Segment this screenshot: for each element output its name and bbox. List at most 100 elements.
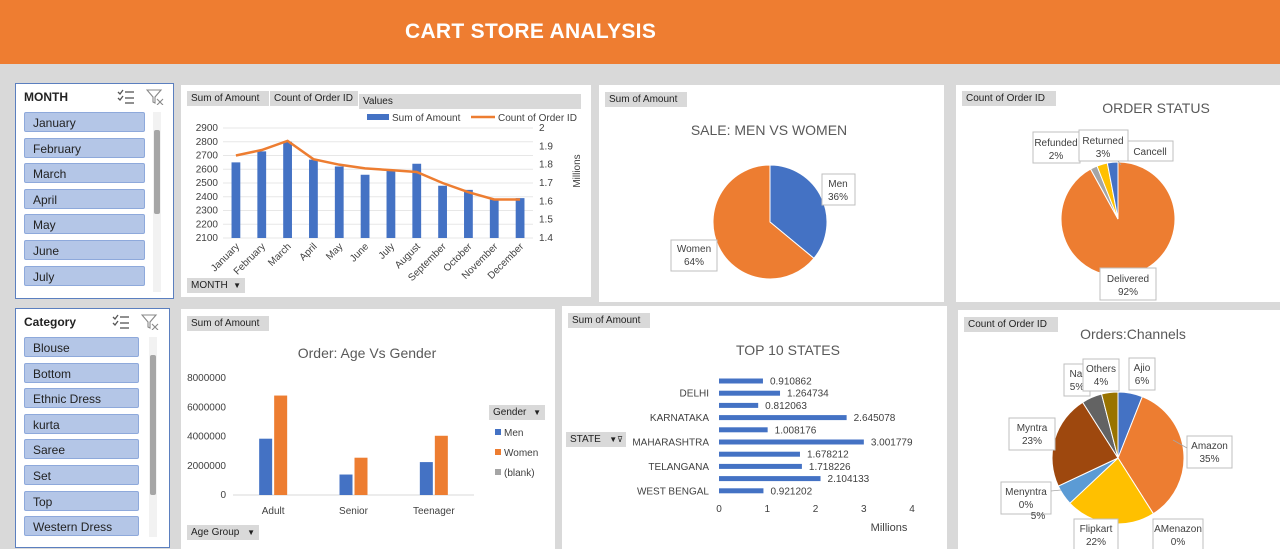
chart-title: Order: Age Vs Gender [298, 345, 437, 361]
y-tick-label: 4000000 [187, 432, 226, 443]
order-status-pie-chart: ORDER STATUS Refunded 2% Returned 3% Cancell D… [1032, 100, 1210, 301]
bar [231, 162, 241, 238]
field-button-values[interactable]: Values [359, 94, 581, 109]
bar [719, 378, 763, 384]
line-series [235, 139, 521, 201]
data-label-name: Flipkart [1080, 524, 1113, 535]
field-button-count-order[interactable]: Count of Order ID [270, 91, 358, 106]
x-tick-label: 2 [813, 504, 819, 515]
bar [719, 402, 759, 408]
bar [283, 141, 292, 238]
data-label: 0.910862 [770, 377, 812, 388]
legend-swatch [495, 429, 501, 435]
data-label: 0.921202 [770, 486, 812, 497]
bar [309, 159, 318, 238]
multi-select-icon[interactable] [117, 89, 135, 105]
x-tick-label: December [486, 241, 527, 282]
legend-swatch [495, 469, 501, 475]
data-label-name: AMenazon [1154, 524, 1202, 535]
slicer-item[interactable]: March [24, 163, 145, 184]
data-label-value: 5% [1070, 382, 1085, 393]
field-button-sum-amount[interactable]: Sum of Amount [568, 313, 650, 328]
slicer-item[interactable]: Bottom [24, 362, 139, 383]
slicer-item[interactable]: Ethnic Dress [24, 388, 139, 409]
slicer-item[interactable]: Western Dress [24, 516, 139, 537]
axis-button-month[interactable]: MONTH ▼ [187, 278, 245, 293]
month-scroll-thumb[interactable] [154, 130, 160, 214]
multi-select-icon[interactable] [112, 314, 130, 330]
bar-women [434, 435, 448, 495]
y2-axis-title: Millions [572, 154, 583, 187]
x-tick-label: June [348, 241, 371, 264]
x-tick-label: February [232, 241, 268, 277]
y-tick-label: 6000000 [187, 402, 226, 413]
month-scrollbar[interactable] [153, 112, 161, 292]
bar [334, 166, 344, 238]
top-states-bar-chart: TOP 10 STATES 0.9108621.264734 DELHI 0.8120… [632, 342, 915, 534]
category-scroll-thumb[interactable] [150, 355, 156, 495]
x-tick-label: 1 [764, 504, 770, 515]
chart-title: TOP 10 STATES [736, 342, 840, 358]
data-label-value: 23% [1022, 436, 1042, 447]
y-tick-label: 2800 [196, 137, 219, 148]
x-tick-label: March [266, 241, 293, 268]
x-tick-label: 3 [861, 504, 867, 515]
bar [719, 415, 847, 421]
bar [438, 185, 447, 238]
x-tick-label: November [460, 241, 501, 282]
channels-panel: Count of Order ID Orders:Channels Ajio 6% A… [958, 310, 1280, 549]
clear-filter-icon[interactable] [141, 314, 159, 330]
field-button-sum-amount[interactable]: Sum of Amount [187, 91, 269, 106]
y-tick-label: 2400 [196, 192, 219, 203]
y-tick-label: 0 [220, 490, 226, 501]
y-tick-label: DELHI [680, 389, 709, 400]
month-slicer: MONTH January February March April May June Ju… [15, 83, 174, 299]
bar [464, 189, 473, 238]
slicer-item[interactable]: July [24, 265, 145, 286]
slicer-item[interactable]: January [24, 112, 145, 132]
order-status-panel: Count of Order ID ORDER STATUS Refunded 2%… [956, 85, 1280, 302]
slicer-item[interactable]: April [24, 188, 145, 209]
field-button-sum-amount[interactable]: Sum of Amount [187, 316, 269, 331]
legend-swatch [367, 114, 389, 120]
axis-button-age-group[interactable]: Age Group ▼ [187, 525, 259, 540]
channels-pie-chart: Orders:Channels Ajio 6% Amazon 35% AMenazon 0%… [1000, 326, 1233, 549]
legend-label: Women [504, 448, 538, 459]
clear-filter-icon[interactable] [146, 89, 164, 105]
y2-tick-label: 2 [539, 123, 545, 134]
slicer-item[interactable]: May [24, 214, 145, 235]
bar-men [339, 474, 353, 495]
bar [719, 451, 800, 457]
x-tick-label: Senior [339, 506, 369, 517]
category-scrollbar[interactable] [149, 337, 157, 537]
axis-button-label: Age Group [191, 527, 240, 538]
y2-tick-label: 1.4 [539, 233, 553, 244]
y-tick-label: KARNATAKA [650, 413, 709, 424]
slicer-item[interactable]: June [24, 240, 145, 260]
bar-women [274, 395, 288, 495]
slicer-item[interactable]: Top [24, 490, 139, 511]
x-tick-label: January [209, 241, 242, 274]
data-label-name: Delivered [1107, 274, 1149, 285]
data-label-name: Others [1086, 364, 1116, 375]
bar [360, 174, 370, 238]
filter-active-icon: ▼⊽ [609, 435, 623, 444]
legend-button-gender[interactable]: Gender ▼ [489, 405, 545, 420]
slicer-item[interactable]: kurta [24, 413, 139, 434]
x-tick-label: 0 [716, 504, 722, 515]
y2-tick-label: 1.8 [539, 160, 553, 171]
slicer-item[interactable]: Saree [24, 439, 139, 460]
category-slicer: Category Blouse Bottom Ethnic Dress kurta Sa… [15, 308, 170, 548]
y2-tick-label: 1.6 [539, 196, 553, 207]
bar-men [419, 462, 433, 495]
slicer-item[interactable]: Blouse [24, 337, 139, 357]
slicer-item[interactable]: February [24, 137, 145, 158]
bar [719, 476, 821, 482]
axis-button-state[interactable]: STATE ▼⊽ [566, 432, 626, 447]
chart-title: SALE: MEN VS WOMEN [691, 122, 847, 138]
slicer-item[interactable]: Set [24, 465, 139, 485]
age-gender-bar-chart: Order: Age Vs Gender 0 2000000 4000000 60000… [187, 345, 538, 517]
dropdown-arrow-icon: ▼ [233, 281, 241, 290]
legend-title: Gender [493, 407, 527, 418]
data-label-name: Cancell [1133, 147, 1166, 158]
